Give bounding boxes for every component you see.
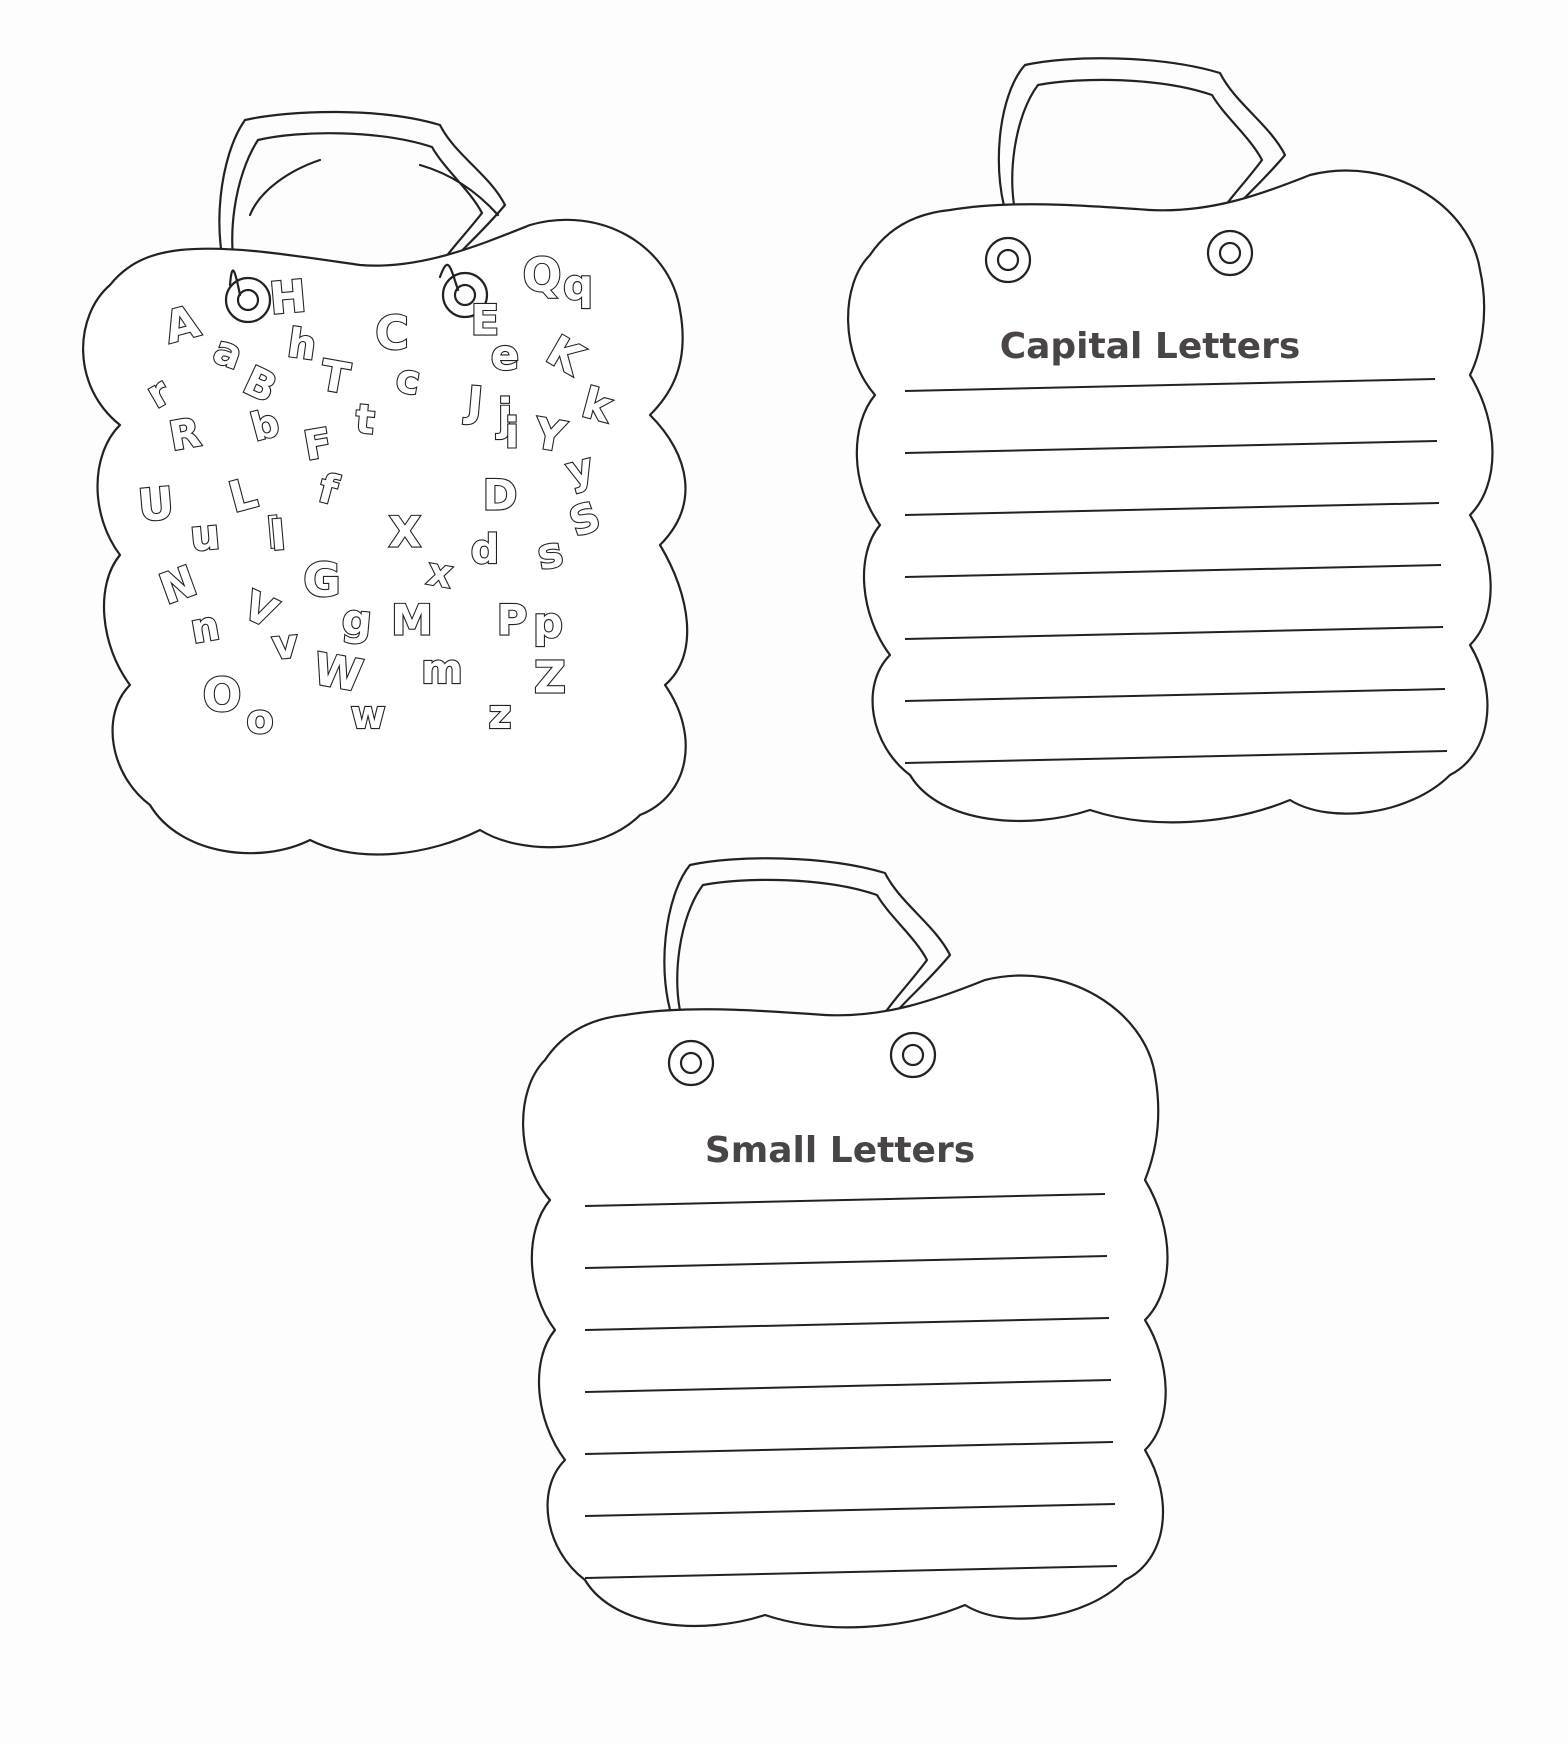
alphabet-letter: p: [533, 599, 563, 648]
alphabet-letter: P: [497, 596, 528, 645]
capital-letters-title: Capital Letters: [1000, 326, 1301, 367]
alphabet-letter: M: [391, 596, 433, 645]
grommet-hole: [1218, 241, 1242, 265]
alphabet-letter: H: [267, 271, 308, 325]
alphabet-letter: z: [488, 692, 511, 738]
alphabet-letter: t: [353, 396, 376, 443]
small-letters-panel: Small Letters: [522, 857, 1169, 1629]
alphabet-letter: G: [303, 553, 341, 607]
alphabet-letter: u: [188, 509, 222, 560]
grommet-hole: [236, 288, 260, 312]
alphabet-letter: O: [202, 668, 241, 722]
alphabet-letter: D: [483, 471, 518, 520]
small-letters-title: Small Letters: [705, 1130, 975, 1171]
alphabet-letter: d: [471, 527, 500, 573]
bag-handle: [663, 857, 952, 1027]
alphabet-letter: q: [563, 261, 593, 310]
alphabet-letter: Z: [534, 653, 566, 704]
bag-outline: [522, 974, 1169, 1629]
alphabet-bag-panel: AaHhBrR bTtCcFfEeJ jiQ qKkYyUuLlID SsXx dNnGg…: [82, 110, 689, 856]
grommet-hole: [901, 1043, 925, 1067]
alphabet-letter: X: [389, 508, 421, 557]
alphabet-letter: e: [491, 331, 520, 380]
bag-outline: [847, 169, 1494, 824]
grommet-hole: [679, 1051, 703, 1075]
alphabet-letter: o: [246, 697, 273, 743]
alphabet-letter: C: [375, 306, 409, 360]
alphabet-letter: U: [136, 478, 176, 532]
capital-letters-panel: Capital Letters: [847, 57, 1494, 824]
alphabet-letter: v: [270, 621, 300, 669]
worksheet: AaHhBrRbTtCcFfEeJjiQqKkYyUuLlIDSsXxdNnGg…: [0, 0, 1568, 1744]
alphabet-letter: w: [350, 693, 385, 737]
alphabet-letter: m: [421, 647, 463, 693]
alphabet-letter: g: [340, 594, 374, 645]
alphabet-letter: i: [505, 409, 519, 458]
alphabet-letter: Q: [522, 248, 561, 302]
grommet-hole: [996, 248, 1020, 272]
